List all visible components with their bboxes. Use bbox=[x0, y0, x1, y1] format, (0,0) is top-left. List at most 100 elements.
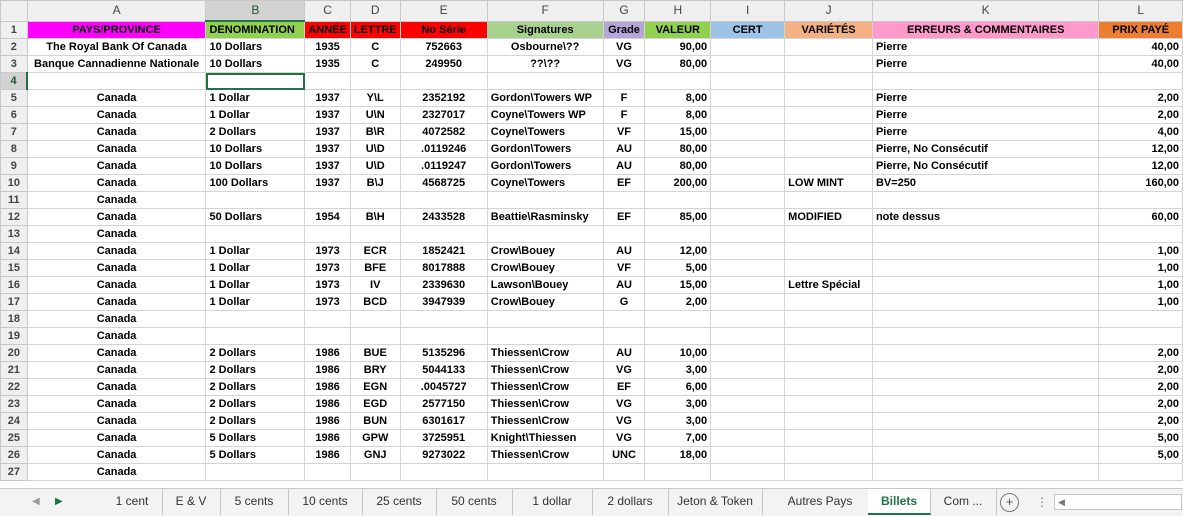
cell[interactable] bbox=[349, 72, 401, 90]
cell[interactable]: 1 Dollar bbox=[205, 242, 306, 260]
cell[interactable]: Thiessen\Crow bbox=[486, 378, 604, 396]
cell[interactable]: .0119247 bbox=[399, 157, 488, 175]
row-number[interactable]: 10 bbox=[0, 174, 28, 192]
row-number[interactable]: 25 bbox=[0, 429, 28, 447]
cell[interactable]: F bbox=[602, 89, 646, 107]
cell[interactable] bbox=[349, 463, 401, 481]
cell[interactable]: Thiessen\Crow bbox=[486, 395, 604, 413]
vertical-ellipsis-icon[interactable]: ⋮ bbox=[1036, 489, 1048, 515]
cell[interactable] bbox=[871, 395, 1100, 413]
row-number[interactable]: 8 bbox=[0, 140, 28, 158]
cell[interactable]: U\D bbox=[349, 140, 401, 158]
cell[interactable]: ECR bbox=[349, 242, 401, 260]
cell[interactable]: 80,00 bbox=[644, 157, 712, 175]
cell[interactable]: Gordon\Towers bbox=[486, 157, 604, 175]
cell[interactable] bbox=[304, 191, 351, 209]
row-number[interactable]: 9 bbox=[0, 157, 28, 175]
cell[interactable]: 8017888 bbox=[399, 259, 488, 277]
cell[interactable] bbox=[644, 191, 712, 209]
sheet-tab[interactable]: 1 dollar bbox=[512, 489, 593, 515]
cell[interactable]: 2 Dollars bbox=[205, 378, 306, 396]
column-header-l[interactable]: L bbox=[1098, 0, 1183, 22]
row-number[interactable]: 23 bbox=[0, 395, 28, 413]
row-number[interactable]: 15 bbox=[0, 259, 28, 277]
cell[interactable] bbox=[710, 242, 786, 260]
cell[interactable]: VF bbox=[602, 259, 646, 277]
column-header-f[interactable]: F bbox=[486, 0, 604, 22]
cell[interactable]: 50 Dollars bbox=[205, 208, 306, 226]
sheet-tab[interactable]: 1 cent bbox=[102, 489, 163, 515]
cell[interactable] bbox=[871, 378, 1100, 396]
cell[interactable] bbox=[871, 429, 1100, 447]
sheet-tab[interactable]: 5 cents bbox=[220, 489, 289, 515]
sheet-tab[interactable]: 25 cents bbox=[362, 489, 437, 515]
cell[interactable]: 12,00 bbox=[644, 242, 712, 260]
cell[interactable]: 2352192 bbox=[399, 89, 488, 107]
cell[interactable]: Lawson\Bouey bbox=[486, 276, 604, 294]
cell[interactable]: 200,00 bbox=[644, 174, 712, 192]
cell[interactable] bbox=[399, 327, 488, 345]
cell[interactable] bbox=[784, 225, 873, 243]
cell[interactable] bbox=[304, 310, 351, 328]
cell[interactable]: 7,00 bbox=[644, 429, 712, 447]
cell[interactable] bbox=[710, 191, 786, 209]
cell[interactable]: 1986 bbox=[304, 361, 351, 379]
cell[interactable]: Canada bbox=[26, 378, 207, 396]
cell[interactable]: 5,00 bbox=[644, 259, 712, 277]
cell[interactable]: 4568725 bbox=[399, 174, 488, 192]
cell[interactable]: B\R bbox=[349, 123, 401, 141]
row-number[interactable]: 16 bbox=[0, 276, 28, 294]
cell[interactable]: Pierre bbox=[871, 123, 1100, 141]
cell[interactable]: GPW bbox=[349, 429, 401, 447]
cell[interactable]: 2327017 bbox=[399, 106, 488, 124]
cell[interactable]: 2,00 bbox=[1098, 89, 1183, 107]
cell[interactable] bbox=[784, 378, 873, 396]
cell[interactable]: 1 Dollar bbox=[205, 293, 306, 311]
cell[interactable]: Canada bbox=[26, 463, 207, 481]
cell[interactable] bbox=[710, 327, 786, 345]
row-number[interactable]: 7 bbox=[0, 123, 28, 141]
cell[interactable] bbox=[710, 259, 786, 277]
header-cell-f[interactable]: Signatures bbox=[486, 20, 604, 39]
cell[interactable] bbox=[710, 157, 786, 175]
triangle-left-icon[interactable]: ◀ bbox=[32, 489, 40, 516]
cell[interactable]: 2,00 bbox=[1098, 344, 1183, 362]
cell[interactable]: Coyne\Towers bbox=[486, 123, 604, 141]
cell[interactable] bbox=[205, 463, 306, 481]
cell[interactable] bbox=[710, 106, 786, 124]
cell[interactable] bbox=[871, 412, 1100, 430]
cell[interactable] bbox=[784, 344, 873, 362]
column-header-c[interactable]: C bbox=[304, 0, 351, 22]
cell[interactable]: 1,00 bbox=[1098, 276, 1183, 294]
cell[interactable]: The Royal Bank Of Canada bbox=[26, 38, 207, 56]
cell[interactable] bbox=[349, 327, 401, 345]
cell[interactable]: Canada bbox=[26, 140, 207, 158]
cell[interactable]: 249950 bbox=[399, 55, 488, 73]
cell[interactable]: Lettre Spécial bbox=[784, 276, 873, 294]
cell[interactable]: VG bbox=[602, 55, 646, 73]
cell[interactable] bbox=[710, 38, 786, 56]
column-header-g[interactable]: G bbox=[602, 0, 646, 22]
cell[interactable] bbox=[710, 174, 786, 192]
cell[interactable] bbox=[1098, 310, 1183, 328]
cell[interactable] bbox=[710, 225, 786, 243]
cell[interactable]: U\D bbox=[349, 157, 401, 175]
cell[interactable]: Canada bbox=[26, 446, 207, 464]
cell[interactable]: EGN bbox=[349, 378, 401, 396]
cell[interactable] bbox=[784, 361, 873, 379]
cell[interactable] bbox=[871, 344, 1100, 362]
cell[interactable] bbox=[486, 191, 604, 209]
cell[interactable] bbox=[26, 72, 207, 90]
cell[interactable]: EGD bbox=[349, 395, 401, 413]
cell[interactable] bbox=[205, 72, 306, 90]
cell[interactable]: 1937 bbox=[304, 89, 351, 107]
cell[interactable]: 1 Dollar bbox=[205, 259, 306, 277]
cell[interactable]: 12,00 bbox=[1098, 140, 1183, 158]
cell[interactable] bbox=[602, 310, 646, 328]
cell[interactable] bbox=[784, 89, 873, 107]
cell[interactable]: Canada bbox=[26, 395, 207, 413]
row-number[interactable]: 14 bbox=[0, 242, 28, 260]
cell[interactable] bbox=[871, 446, 1100, 464]
cell[interactable]: 1937 bbox=[304, 140, 351, 158]
cell[interactable]: Y\L bbox=[349, 89, 401, 107]
